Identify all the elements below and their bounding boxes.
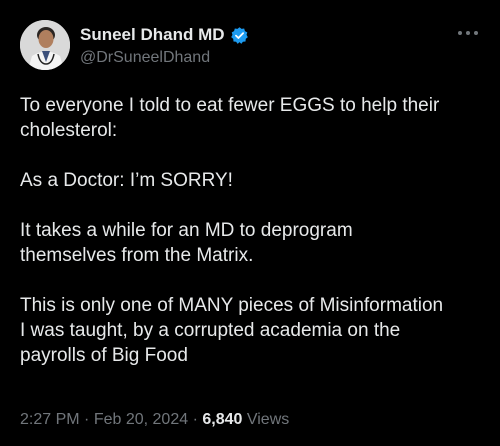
more-dot — [458, 31, 462, 35]
tweet-paragraph: To everyone I told to eat fewer EGGS to … — [20, 95, 440, 141]
views-label: Views — [246, 411, 290, 428]
tweet-paragraph: As a Doctor: I’m SORRY! — [20, 170, 233, 191]
verified-badge-icon — [230, 26, 249, 45]
display-name-row: Suneel Dhand MD — [80, 24, 249, 46]
avatar[interactable] — [20, 20, 70, 70]
tweet-paragraph: This is only one of MANY pieces of Misin… — [20, 295, 444, 366]
tweet-card: Suneel Dhand MD @DrSuneelDhand To everyo… — [0, 0, 500, 446]
avatar-photo — [20, 20, 70, 70]
meta-separator: · — [84, 411, 90, 428]
tweet-meta: 2:27 PM · Feb 20, 2024 · 6,840 Views — [20, 411, 289, 429]
tweet-text: To everyone I told to eat fewer EGGS to … — [20, 93, 482, 368]
display-name[interactable]: Suneel Dhand MD — [80, 25, 225, 45]
author-handle[interactable]: @DrSuneelDhand — [80, 49, 249, 67]
tweet-paragraph: It takes a while for an MD to deprogram … — [20, 220, 353, 266]
more-dot — [474, 31, 478, 35]
more-options-icon[interactable] — [458, 28, 478, 38]
more-dot — [466, 31, 470, 35]
tweet-header: Suneel Dhand MD @DrSuneelDhand — [20, 20, 480, 72]
tweet-date[interactable]: Feb 20, 2024 — [94, 411, 188, 428]
tweet-time[interactable]: 2:27 PM — [20, 411, 80, 428]
author-names: Suneel Dhand MD @DrSuneelDhand — [80, 24, 249, 67]
views-count: 6,840 — [202, 411, 243, 428]
meta-separator: · — [192, 411, 198, 428]
